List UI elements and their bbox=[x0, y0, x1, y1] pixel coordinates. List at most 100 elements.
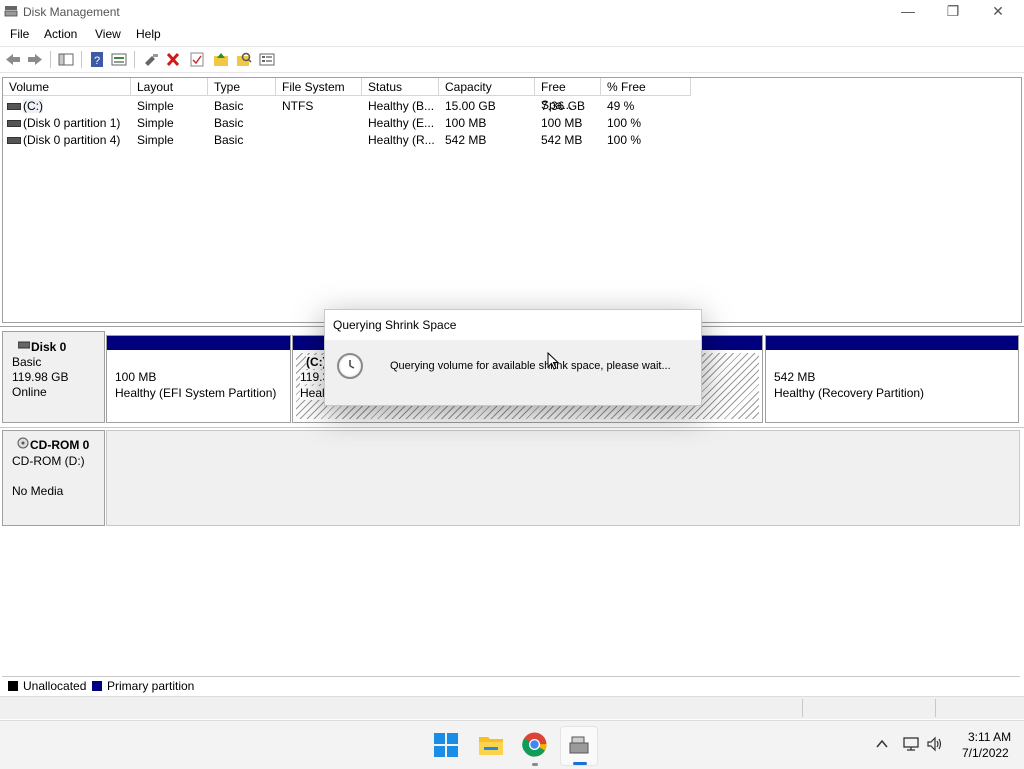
dialog-title-bar[interactable]: Querying Shrink Space bbox=[325, 310, 701, 340]
volume-icon bbox=[7, 137, 21, 144]
menu-action[interactable]: Action bbox=[44, 27, 77, 41]
primary-partition-swatch bbox=[92, 681, 102, 691]
capacity-cell: 15.00 GB bbox=[445, 99, 496, 113]
file-system-cell: NTFS bbox=[282, 99, 314, 113]
disk-0-type: Basic bbox=[12, 355, 42, 369]
column-header-capacity[interactable]: Capacity bbox=[439, 78, 535, 96]
disk-0-name: Disk 0 bbox=[31, 340, 67, 354]
close-button[interactable]: ✕ bbox=[975, 0, 1021, 24]
chrome-running-indicator bbox=[532, 763, 538, 766]
menu-view[interactable]: View bbox=[95, 27, 121, 41]
column-header-type[interactable]: Type bbox=[208, 78, 276, 96]
disk-icon bbox=[18, 341, 30, 349]
column-header-layout[interactable]: Layout bbox=[131, 78, 208, 96]
dialog-message: Querying volume for available shrink spa… bbox=[390, 360, 671, 372]
column-header-file-system[interactable]: File System bbox=[276, 78, 362, 96]
volume-list[interactable]: Volume Layout Type File System Status Ca… bbox=[2, 77, 1022, 323]
toolbar-separator bbox=[81, 51, 82, 68]
status-divider bbox=[802, 699, 803, 717]
column-header-volume[interactable]: Volume bbox=[3, 78, 131, 96]
legend-primary-partition: Primary partition bbox=[107, 679, 195, 693]
table-row[interactable]: (Disk 0 partition 1) Simple Basic Health… bbox=[3, 115, 1019, 132]
cdrom-0-name: CD-ROM 0 bbox=[30, 438, 90, 452]
column-header-status[interactable]: Status bbox=[362, 78, 439, 96]
efi-partition-size: 100 MB bbox=[115, 370, 157, 384]
volume-name: (Disk 0 partition 1) bbox=[23, 116, 121, 130]
network-icon[interactable] bbox=[902, 736, 920, 752]
capacity-cell: 100 MB bbox=[445, 116, 487, 130]
start-button-icon[interactable] bbox=[434, 733, 458, 757]
free-space-cell: 100 MB bbox=[541, 116, 583, 130]
partition-color-bar bbox=[107, 336, 290, 350]
forward-arrow-icon[interactable] bbox=[26, 51, 44, 68]
dialog-title: Querying Shrink Space bbox=[333, 318, 457, 332]
chevron-up-icon[interactable] bbox=[876, 739, 888, 749]
console-tree-icon[interactable] bbox=[57, 51, 75, 68]
c-partition-status: Heal bbox=[300, 386, 325, 400]
check-icon[interactable] bbox=[188, 51, 206, 68]
up-icon[interactable] bbox=[212, 51, 230, 68]
toolbar-separator bbox=[50, 51, 51, 68]
clock-time[interactable]: 3:11 AM bbox=[968, 730, 1011, 744]
toolbar: ? bbox=[0, 46, 1024, 73]
disk-divider bbox=[0, 427, 1024, 428]
cdrom-0-state: No Media bbox=[12, 484, 64, 498]
volume-icon bbox=[7, 120, 21, 127]
clock-date[interactable]: 7/1/2022 bbox=[962, 746, 1009, 760]
status-cell: Healthy (E... bbox=[368, 116, 435, 130]
table-row[interactable]: (Disk 0 partition 4) Simple Basic Health… bbox=[3, 132, 1019, 149]
type-cell: Basic bbox=[214, 116, 244, 130]
disk-management-taskbar-button[interactable] bbox=[560, 726, 598, 766]
cdrom-0-area[interactable] bbox=[106, 430, 1020, 526]
cdrom-0-label[interactable]: CD-ROM 0 CD-ROM (D:) No Media bbox=[2, 430, 105, 526]
recovery-partition[interactable]: 542 MB Healthy (Recovery Partition) bbox=[765, 335, 1019, 423]
status-bar bbox=[0, 696, 1024, 719]
cdrom-0-type: CD-ROM (D:) bbox=[12, 454, 85, 468]
menu-help[interactable]: Help bbox=[136, 27, 161, 41]
legend: Unallocated Primary partition bbox=[2, 676, 1020, 695]
free-space-cell: 542 MB bbox=[541, 133, 583, 147]
disk-management-icon bbox=[4, 6, 18, 17]
file-explorer-icon[interactable] bbox=[478, 733, 504, 756]
menu-file[interactable]: File bbox=[10, 27, 29, 41]
menu-bar: File Action View Help bbox=[0, 24, 1024, 45]
layout-cell: Simple bbox=[137, 116, 174, 130]
free-space-cell: 7.36 GB bbox=[541, 99, 586, 113]
disk-0-label[interactable]: Disk 0 Basic 119.98 GB Online bbox=[2, 331, 105, 423]
disk-0-size: 119.98 GB bbox=[12, 370, 69, 384]
disk-management-task-icon bbox=[569, 736, 589, 754]
status-cell: Healthy (R... bbox=[368, 133, 435, 147]
column-header-free-space[interactable]: Free Spa... bbox=[535, 78, 601, 112]
volume-icon[interactable] bbox=[926, 736, 944, 752]
status-divider bbox=[935, 699, 936, 717]
taskbar: 3:11 AM 7/1/2022 bbox=[0, 720, 1024, 769]
cd-icon bbox=[17, 437, 29, 449]
querying-shrink-space-dialog[interactable]: Querying Shrink Space Querying volume fo… bbox=[324, 309, 702, 406]
properties-icon[interactable] bbox=[110, 51, 128, 68]
chrome-icon[interactable] bbox=[522, 732, 547, 757]
recovery-partition-status: Healthy (Recovery Partition) bbox=[774, 386, 925, 400]
legend-unallocated: Unallocated bbox=[23, 679, 87, 693]
type-cell: Basic bbox=[214, 133, 244, 147]
efi-partition[interactable]: 100 MB Healthy (EFI System Partition) bbox=[106, 335, 291, 423]
delete-icon[interactable] bbox=[164, 51, 182, 68]
restore-button[interactable]: ❐ bbox=[930, 0, 976, 24]
help-icon[interactable]: ? bbox=[88, 51, 106, 68]
mouse-cursor-icon bbox=[547, 352, 560, 370]
connect-icon[interactable] bbox=[142, 51, 160, 68]
status-cell: Healthy (B... bbox=[368, 99, 435, 113]
volume-name: (C:) bbox=[23, 99, 43, 113]
type-cell: Basic bbox=[214, 99, 244, 113]
recovery-partition-size: 542 MB bbox=[774, 370, 816, 384]
active-app-indicator bbox=[573, 762, 587, 765]
column-header-percent-free[interactable]: % Free bbox=[601, 78, 691, 96]
list-view-icon[interactable] bbox=[258, 51, 276, 68]
back-arrow-icon[interactable] bbox=[4, 51, 22, 68]
table-row[interactable]: (C:) Simple Basic NTFS Healthy (B... 15.… bbox=[3, 98, 1019, 115]
minimize-button[interactable]: — bbox=[885, 0, 931, 24]
search-icon[interactable] bbox=[235, 51, 253, 68]
svg-text:?: ? bbox=[94, 55, 100, 67]
layout-cell: Simple bbox=[137, 99, 174, 113]
layout-cell: Simple bbox=[137, 133, 174, 147]
title-bar: Disk Management — ❐ ✕ bbox=[0, 0, 1024, 24]
